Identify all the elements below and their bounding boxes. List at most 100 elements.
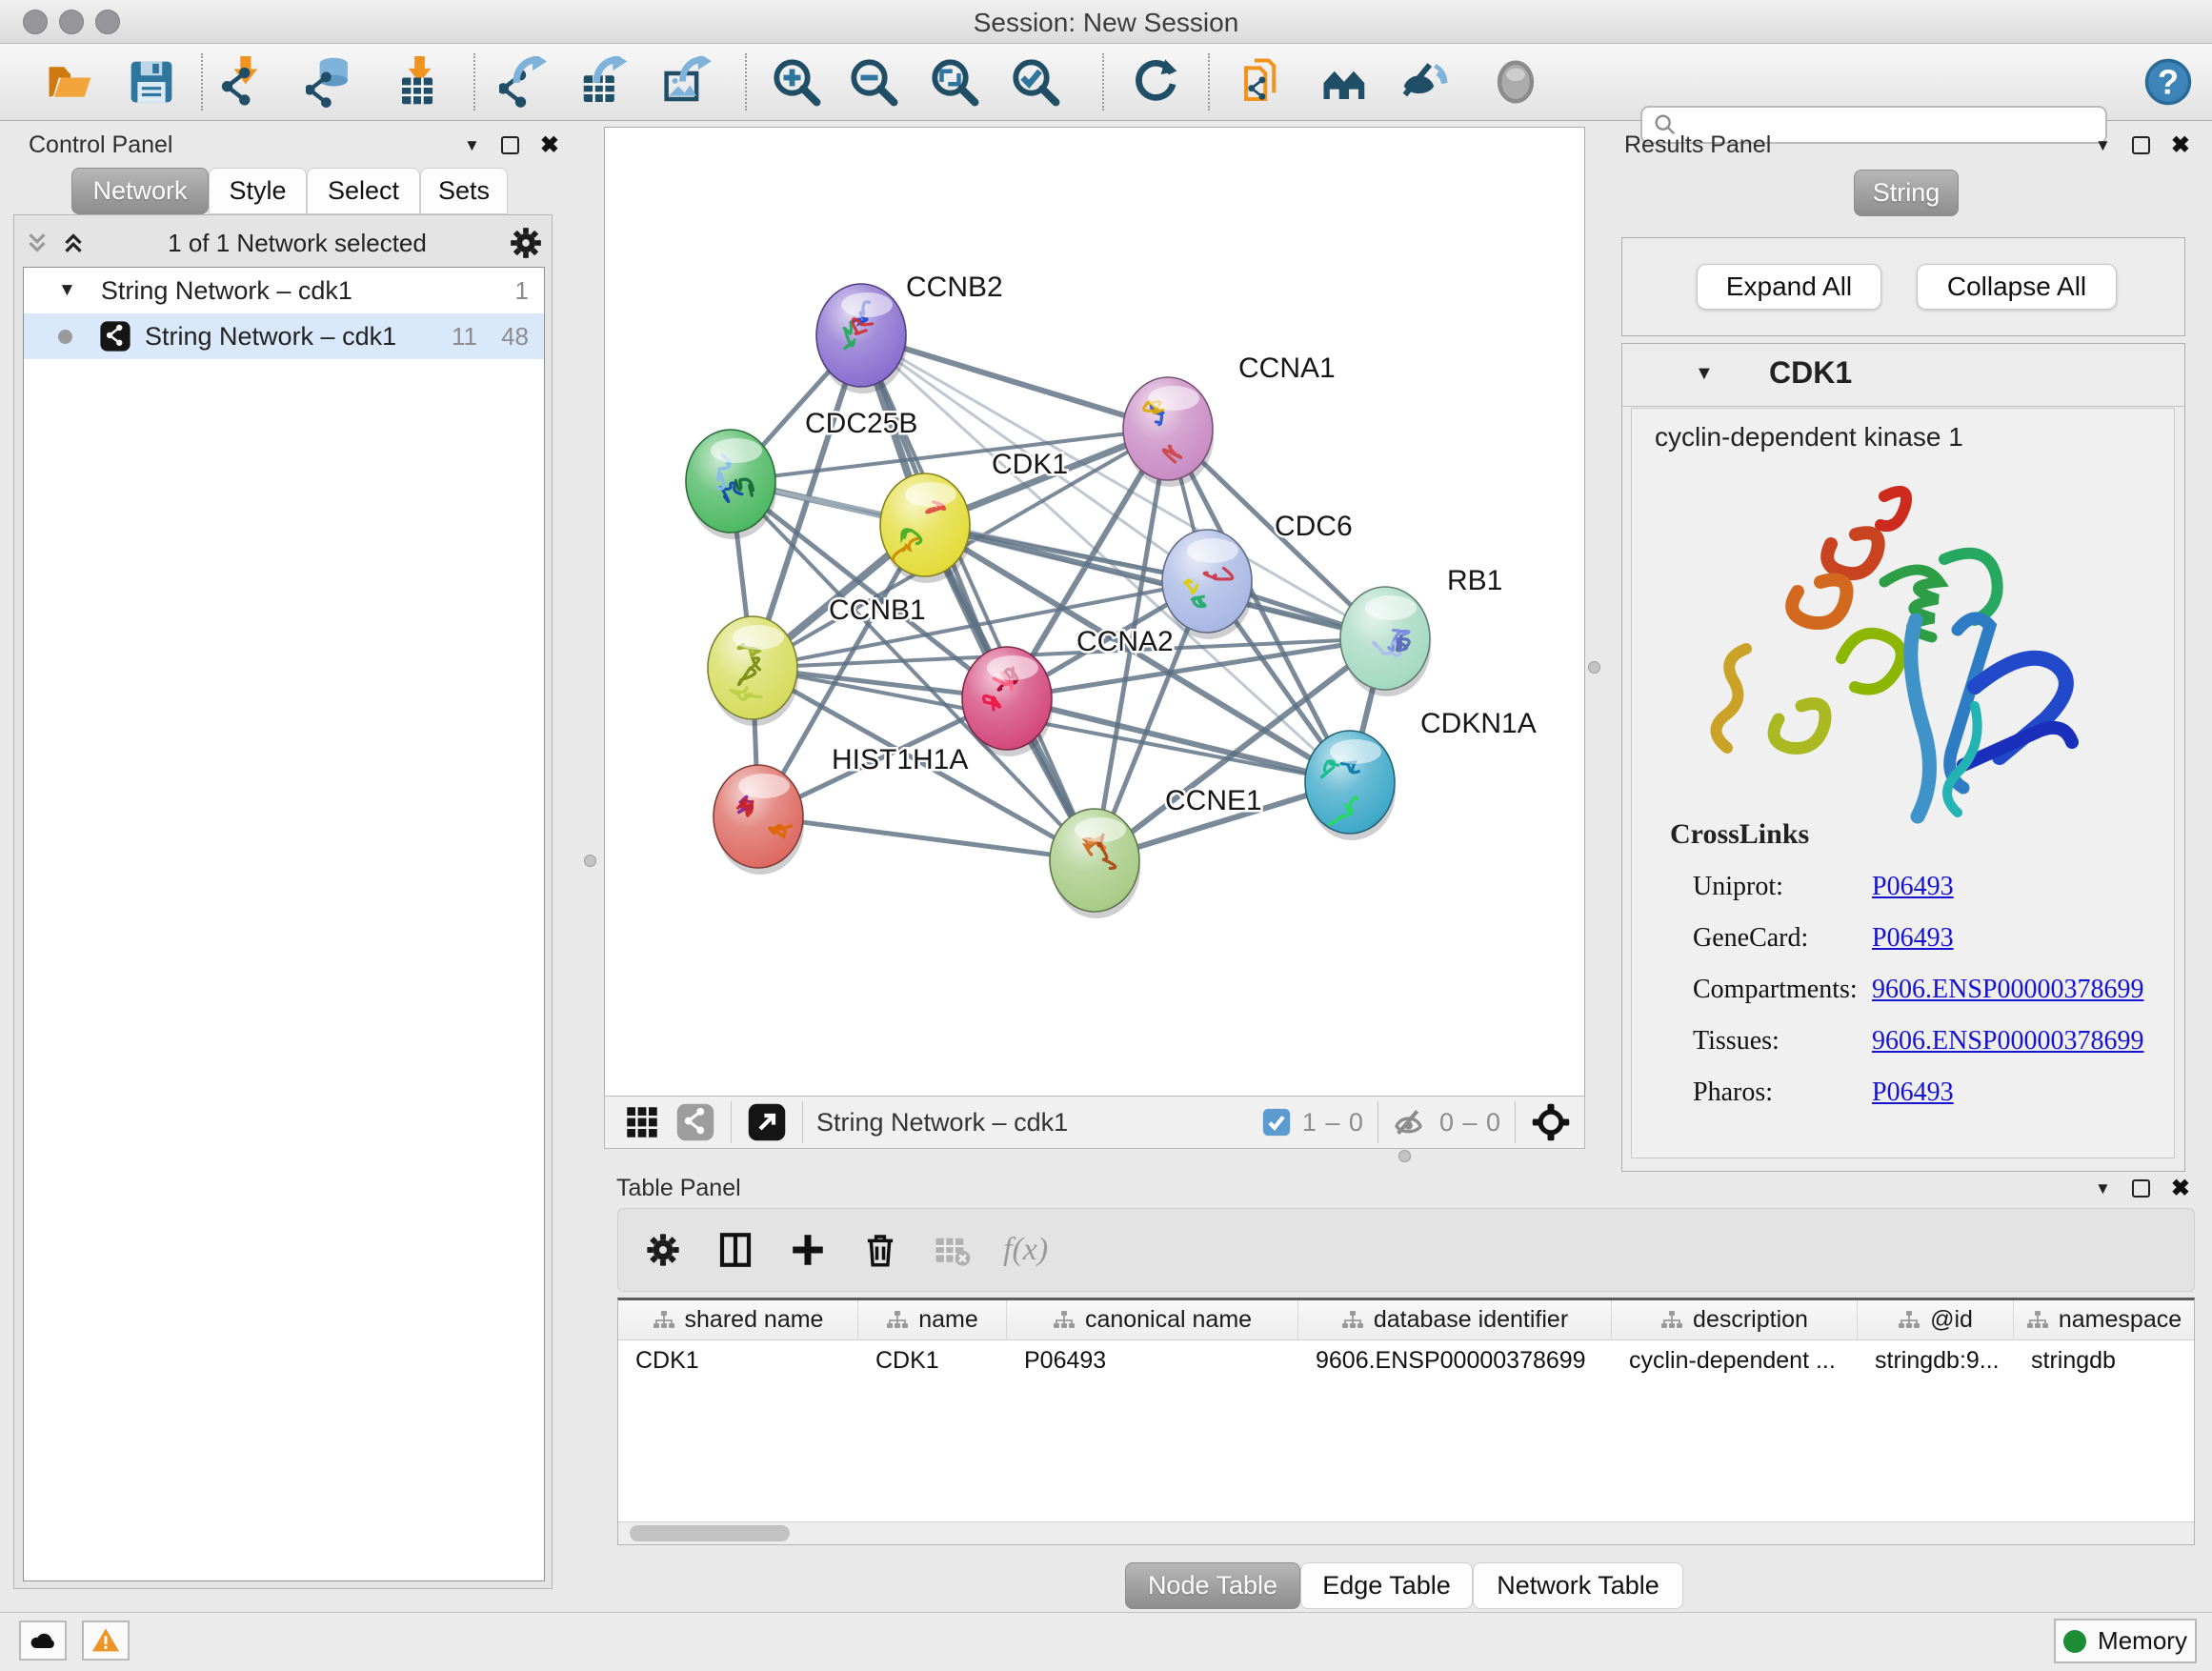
- crosslink-value-link[interactable]: P06493: [1872, 1077, 1954, 1107]
- warning-icon: [90, 1625, 121, 1656]
- network-collection-label: String Network – cdk1: [101, 276, 352, 306]
- import-database-icon[interactable]: [305, 55, 358, 109]
- table-cell[interactable]: stringdb: [2014, 1340, 2195, 1380]
- houses-icon[interactable]: [1318, 55, 1372, 109]
- tab-network[interactable]: Network: [71, 168, 209, 214]
- tree-expander-icon[interactable]: ▼: [58, 280, 76, 301]
- network-row[interactable]: String Network – cdk1 11 48: [24, 313, 544, 359]
- crosslink-value-link[interactable]: P06493: [1872, 872, 1954, 901]
- tab-style[interactable]: Style: [209, 168, 307, 214]
- export-image-icon[interactable]: [660, 55, 714, 109]
- tab-edge-table[interactable]: Edge Table: [1300, 1562, 1473, 1609]
- horizontal-splitter-handle[interactable]: [1398, 1150, 1411, 1162]
- add-column-icon[interactable]: [786, 1228, 830, 1272]
- selected-checkbox-icon[interactable]: [1260, 1106, 1293, 1138]
- open-session-icon[interactable]: [44, 55, 97, 109]
- birds-eye-icon[interactable]: [1489, 55, 1542, 109]
- collapse-all-chevron-icon[interactable]: [23, 229, 51, 257]
- grid-view-icon[interactable]: [620, 1100, 664, 1144]
- panel-float-icon[interactable]: [501, 136, 519, 154]
- string-app-icon: [99, 320, 131, 352]
- tab-string[interactable]: String: [1854, 170, 1959, 216]
- table-cell[interactable]: cyclin-dependent ...: [1612, 1340, 1858, 1380]
- column-header-namespace[interactable]: namespace: [2014, 1300, 2195, 1339]
- collapse-all-button[interactable]: Collapse All: [1917, 264, 2117, 310]
- cloud-button[interactable]: [19, 1621, 67, 1661]
- apply-layout-icon[interactable]: [1129, 55, 1182, 109]
- network-node-CCNB1[interactable]: [708, 616, 798, 726]
- panel-close-icon[interactable]: ✖: [540, 131, 559, 159]
- import-table-icon[interactable]: [392, 55, 446, 109]
- tab-sets[interactable]: Sets: [420, 168, 508, 214]
- crosslink-value-link[interactable]: P06493: [1872, 923, 1954, 953]
- export-network-icon[interactable]: [498, 55, 552, 109]
- panel-collapse-icon[interactable]: ▼: [2095, 1179, 2111, 1198]
- column-header-id[interactable]: @id: [1858, 1300, 2014, 1339]
- open-in-new-icon[interactable]: [745, 1100, 789, 1144]
- network-node-CCNB2[interactable]: [816, 284, 907, 393]
- left-splitter-handle[interactable]: [584, 855, 596, 867]
- column-header-databaseidentifier[interactable]: database identifier: [1298, 1300, 1612, 1339]
- scrollbar-thumb[interactable]: [630, 1525, 790, 1541]
- panel-float-icon[interactable]: [2132, 136, 2150, 154]
- crosslink-value-link[interactable]: 9606.ENSP00000378699: [1872, 1026, 2143, 1056]
- column-header-description[interactable]: description: [1612, 1300, 1858, 1339]
- show-columns-icon[interactable]: [714, 1228, 757, 1272]
- network-node-CCNE1[interactable]: [1050, 809, 1140, 918]
- clone-network-icon[interactable]: [1237, 55, 1290, 109]
- right-splitter-handle[interactable]: [1588, 661, 1600, 674]
- network-collection-row[interactable]: ▼ String Network – cdk1 1: [24, 268, 544, 313]
- table-options-gear-icon[interactable]: [641, 1228, 685, 1272]
- network-node-CCNA2[interactable]: [962, 647, 1053, 756]
- network-node-CCNA1[interactable]: [1123, 377, 1214, 487]
- gene-section-header[interactable]: ▼ CDK1: [1622, 344, 2184, 407]
- import-network-icon[interactable]: [220, 55, 273, 109]
- section-expander-icon[interactable]: ▼: [1695, 363, 1714, 385]
- network-edge-HIST1H1A-CCNE1[interactable]: [758, 816, 1095, 860]
- network-node-HIST1H1A[interactable]: [714, 765, 804, 875]
- export-table-icon[interactable]: [576, 55, 630, 109]
- crosslink-label: Pharos:: [1693, 1077, 1773, 1107]
- table-cell[interactable]: 9606.ENSP00000378699: [1298, 1340, 1612, 1380]
- memory-button[interactable]: Memory: [2054, 1619, 2197, 1663]
- tab-network-table[interactable]: Network Table: [1473, 1562, 1683, 1609]
- table-cell[interactable]: P06493: [1007, 1340, 1298, 1380]
- table-row[interactable]: CDK1CDK1P064939606.ENSP00000378699cyclin…: [618, 1340, 2194, 1380]
- save-session-icon[interactable]: [125, 55, 178, 109]
- network-canvas[interactable]: CCNB2CCNA1CDC25BCDK1CDC6RB1CCNB1CCNA2CDK…: [604, 127, 1585, 1096]
- network-node-CDK1[interactable]: [880, 473, 971, 583]
- zoom-fit-icon[interactable]: [928, 55, 981, 109]
- node-table[interactable]: shared name name canonical name database…: [617, 1298, 2195, 1545]
- panel-close-icon[interactable]: ✖: [2171, 1175, 2190, 1202]
- tab-select[interactable]: Select: [307, 168, 420, 214]
- table-cell[interactable]: stringdb:9...: [1858, 1340, 2014, 1380]
- network-node-RB1[interactable]: [1340, 587, 1431, 696]
- zoom-selected-icon[interactable]: [1009, 55, 1062, 109]
- column-header-canonicalname[interactable]: canonical name: [1007, 1300, 1298, 1339]
- tab-node-table[interactable]: Node Table: [1125, 1562, 1300, 1609]
- string-network-icon[interactable]: [674, 1100, 717, 1144]
- zoom-out-icon[interactable]: [847, 55, 900, 109]
- panel-collapse-icon[interactable]: ▼: [2095, 136, 2111, 155]
- expand-all-chevron-icon[interactable]: [59, 229, 88, 257]
- network-options-gear-icon[interactable]: [507, 224, 545, 262]
- panel-collapse-icon[interactable]: ▼: [464, 136, 480, 155]
- hide-details-eye-icon[interactable]: [1397, 55, 1450, 109]
- node-label-RB1: RB1: [1447, 565, 1502, 596]
- panel-close-icon[interactable]: ✖: [2171, 131, 2190, 159]
- column-header-sharedname[interactable]: shared name: [618, 1300, 858, 1339]
- network-node-CDKN1A[interactable]: [1305, 731, 1396, 840]
- expand-all-button[interactable]: Expand All: [1697, 264, 1881, 310]
- network-node-CDC25B[interactable]: [686, 430, 776, 539]
- table-cell[interactable]: CDK1: [618, 1340, 858, 1380]
- column-header-name[interactable]: name: [858, 1300, 1007, 1339]
- delete-column-icon[interactable]: [858, 1228, 902, 1272]
- zoom-in-icon[interactable]: [770, 55, 823, 109]
- panel-float-icon[interactable]: [2132, 1179, 2150, 1198]
- help-icon[interactable]: ?: [2142, 55, 2195, 109]
- table-cell[interactable]: CDK1: [858, 1340, 1007, 1380]
- crosslink-value-link[interactable]: 9606.ENSP00000378699: [1872, 975, 2143, 1004]
- navigator-crosshair-icon[interactable]: [1529, 1100, 1573, 1144]
- warning-button[interactable]: [82, 1621, 130, 1661]
- table-horizontal-scrollbar[interactable]: [618, 1521, 2194, 1544]
